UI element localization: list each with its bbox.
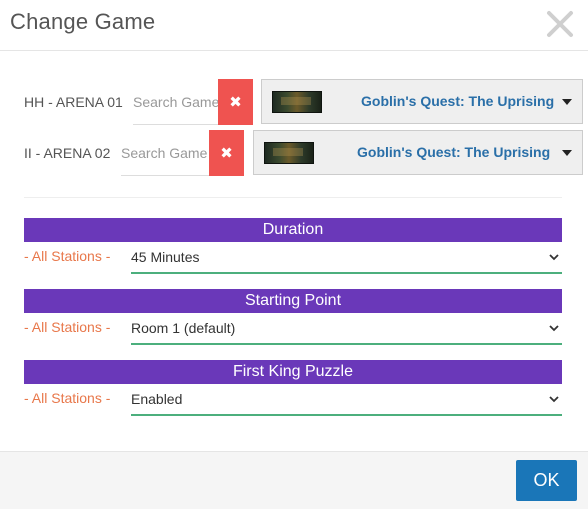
section-divider — [24, 197, 562, 198]
option-heading: Duration — [24, 218, 562, 242]
game-title: Goblin's Quest: The Uprising — [357, 144, 551, 160]
clear-game-button[interactable]: ✖ — [209, 130, 244, 176]
x-icon: ✖ — [229, 94, 242, 111]
game-title: Goblin's Quest: The Uprising — [361, 93, 555, 109]
station-name: HH - ARENA 01 — [24, 94, 123, 110]
station-row-arena-02: II - ARENA 02 ✖ Goblin's Quest: The Upri… — [24, 130, 583, 176]
game-select[interactable]: Goblin's Quest: The Uprising — [261, 79, 583, 124]
ok-button[interactable]: OK — [516, 460, 577, 501]
dialog-footer: OK — [0, 451, 588, 509]
starting-point-select[interactable]: Room 1 (default) — [131, 315, 562, 345]
game-thumbnail — [272, 91, 322, 113]
chevron-down-icon — [549, 325, 559, 332]
station-row-arena-01: HH - ARENA 01 ✖ Goblin's Quest: The Upri… — [24, 79, 583, 125]
duration-option: Duration - All Stations - 45 Minutes — [24, 218, 562, 274]
first-king-puzzle-select[interactable]: Enabled — [131, 386, 562, 416]
game-select[interactable]: Goblin's Quest: The Uprising — [253, 130, 583, 175]
option-scope: - All Stations - — [24, 319, 111, 335]
selected-value: Enabled — [131, 391, 183, 407]
search-game-input[interactable] — [121, 130, 209, 176]
option-scope: - All Stations - — [24, 248, 111, 264]
starting-point-option: Starting Point - All Stations - Room 1 (… — [24, 289, 562, 345]
clear-game-button[interactable]: ✖ — [218, 79, 253, 125]
dialog-title: Change Game — [10, 9, 156, 34]
caret-down-icon — [562, 150, 572, 156]
first-king-puzzle-option: First King Puzzle - All Stations - Enabl… — [24, 360, 562, 416]
selected-value: Room 1 (default) — [131, 320, 236, 336]
option-heading: First King Puzzle — [24, 360, 562, 384]
option-heading: Starting Point — [24, 289, 562, 313]
selected-value: 45 Minutes — [131, 249, 200, 265]
dialog-header: Change Game — [0, 0, 588, 51]
option-scope: - All Stations - — [24, 390, 111, 406]
change-game-dialog: Change Game HH - ARENA 01 ✖ Goblin's Que… — [0, 0, 588, 509]
chevron-down-icon — [549, 254, 559, 261]
game-thumbnail — [264, 142, 314, 164]
close-icon[interactable] — [544, 8, 576, 40]
station-name: II - ARENA 02 — [24, 145, 111, 161]
caret-down-icon — [562, 99, 572, 105]
chevron-down-icon — [549, 396, 559, 403]
x-icon: ✖ — [220, 145, 233, 162]
duration-select[interactable]: 45 Minutes — [131, 244, 562, 274]
search-game-input[interactable] — [133, 79, 218, 125]
